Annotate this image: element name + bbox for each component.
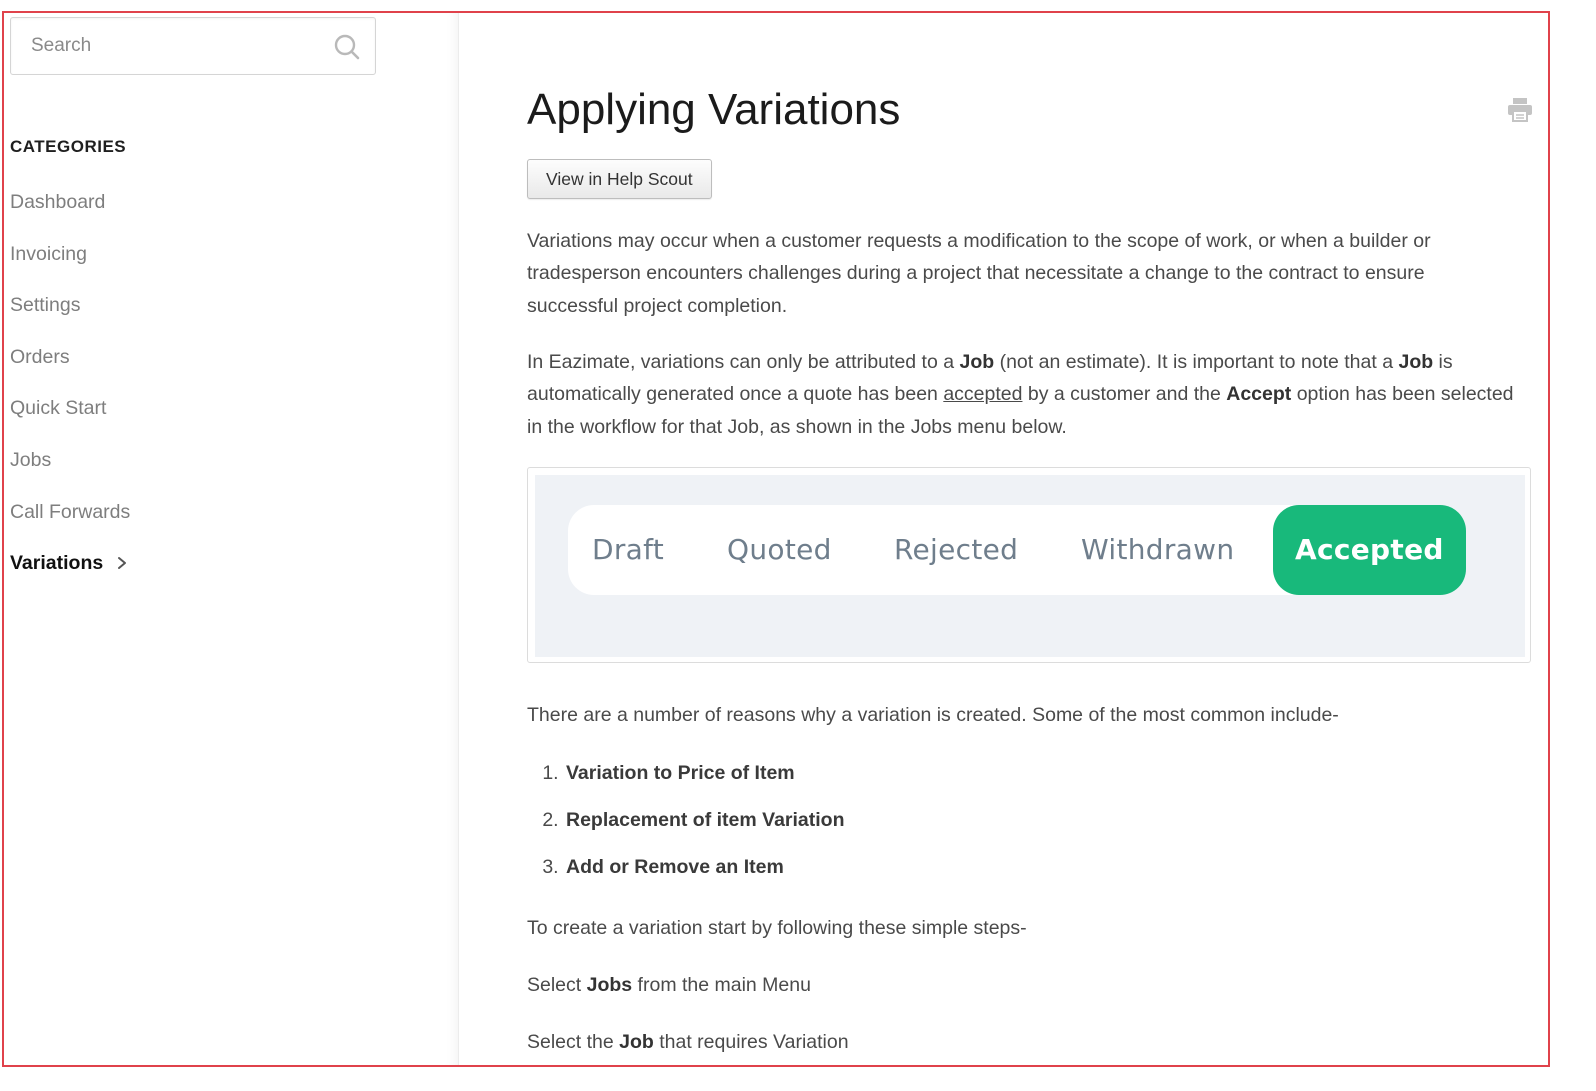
workflow-tab-quoted: Quoted	[727, 533, 832, 566]
search-box	[10, 17, 376, 75]
step-select-job: Select the Job that requires Variation	[527, 1031, 849, 1053]
view-in-help-scout-button[interactable]: View in Help Scout	[527, 159, 712, 199]
steps-intro: To create a variation start by following…	[527, 917, 1027, 939]
reasons-list: Variation to Price of Item Replacement o…	[527, 757, 845, 898]
reasons-intro: There are a number of reasons why a vari…	[527, 704, 1339, 726]
search-icon[interactable]	[333, 33, 361, 61]
chevron-right-icon	[118, 557, 127, 570]
sidebar-item-label: Call Forwards	[10, 500, 131, 523]
sidebar: CATEGORIES Dashboard Invoicing Settings …	[4, 13, 459, 1065]
sidebar-item-label: Orders	[10, 345, 70, 368]
workflow-tab-rejected: Rejected	[894, 533, 1019, 566]
sidebar-item-dashboard[interactable]: Dashboard	[10, 185, 130, 237]
accepted-link[interactable]: accepted	[943, 383, 1022, 405]
printer-icon[interactable]	[1506, 95, 1534, 123]
category-list: Dashboard Invoicing Settings Orders Quic…	[10, 185, 130, 598]
list-item: Variation to Price of Item	[564, 757, 845, 804]
sidebar-item-label: Variations	[10, 552, 104, 575]
workflow-tab-withdrawn: Withdrawn	[1081, 533, 1235, 566]
sidebar-item-label: Settings	[10, 294, 81, 317]
sidebar-item-settings[interactable]: Settings	[10, 288, 130, 340]
intro-paragraph: Variations may occur when a customer req…	[527, 230, 1431, 317]
sidebar-item-orders[interactable]: Orders	[10, 340, 130, 392]
workflow-screenshot: Draft Quoted Rejected Withdrawn Accepted	[527, 467, 1531, 663]
list-item: Replacement of item Variation	[564, 804, 845, 851]
sidebar-item-call-forwards[interactable]: Call Forwards	[10, 495, 130, 547]
eazimate-paragraph: In Eazimate, variations can only be attr…	[527, 351, 1514, 438]
page-title: Applying Variations	[527, 85, 901, 134]
sidebar-item-jobs[interactable]: Jobs	[10, 443, 130, 495]
sidebar-item-quick-start[interactable]: Quick Start	[10, 391, 130, 443]
sidebar-item-variations[interactable]: Variations	[10, 546, 130, 598]
sidebar-item-label: Quick Start	[10, 397, 107, 420]
workflow-tab-draft: Draft	[592, 533, 665, 566]
sidebar-item-label: Jobs	[10, 448, 52, 471]
sidebar-item-label: Invoicing	[10, 242, 87, 265]
categories-heading: CATEGORIES	[10, 137, 127, 156]
workflow-tab-accepted: Accepted	[1273, 505, 1466, 595]
sidebar-item-invoicing[interactable]: Invoicing	[10, 237, 130, 289]
workflow-screenshot-bg: Draft Quoted Rejected Withdrawn Accepted	[535, 475, 1525, 657]
list-item: Add or Remove an Item	[564, 851, 845, 898]
top-strip	[0, 0, 1596, 11]
step-select-jobs: Select Jobs from the main Menu	[527, 974, 811, 996]
workflow-tabs: Draft Quoted Rejected Withdrawn Accepted	[568, 505, 1466, 595]
search-input[interactable]	[11, 18, 341, 74]
sidebar-item-label: Dashboard	[10, 191, 106, 213]
